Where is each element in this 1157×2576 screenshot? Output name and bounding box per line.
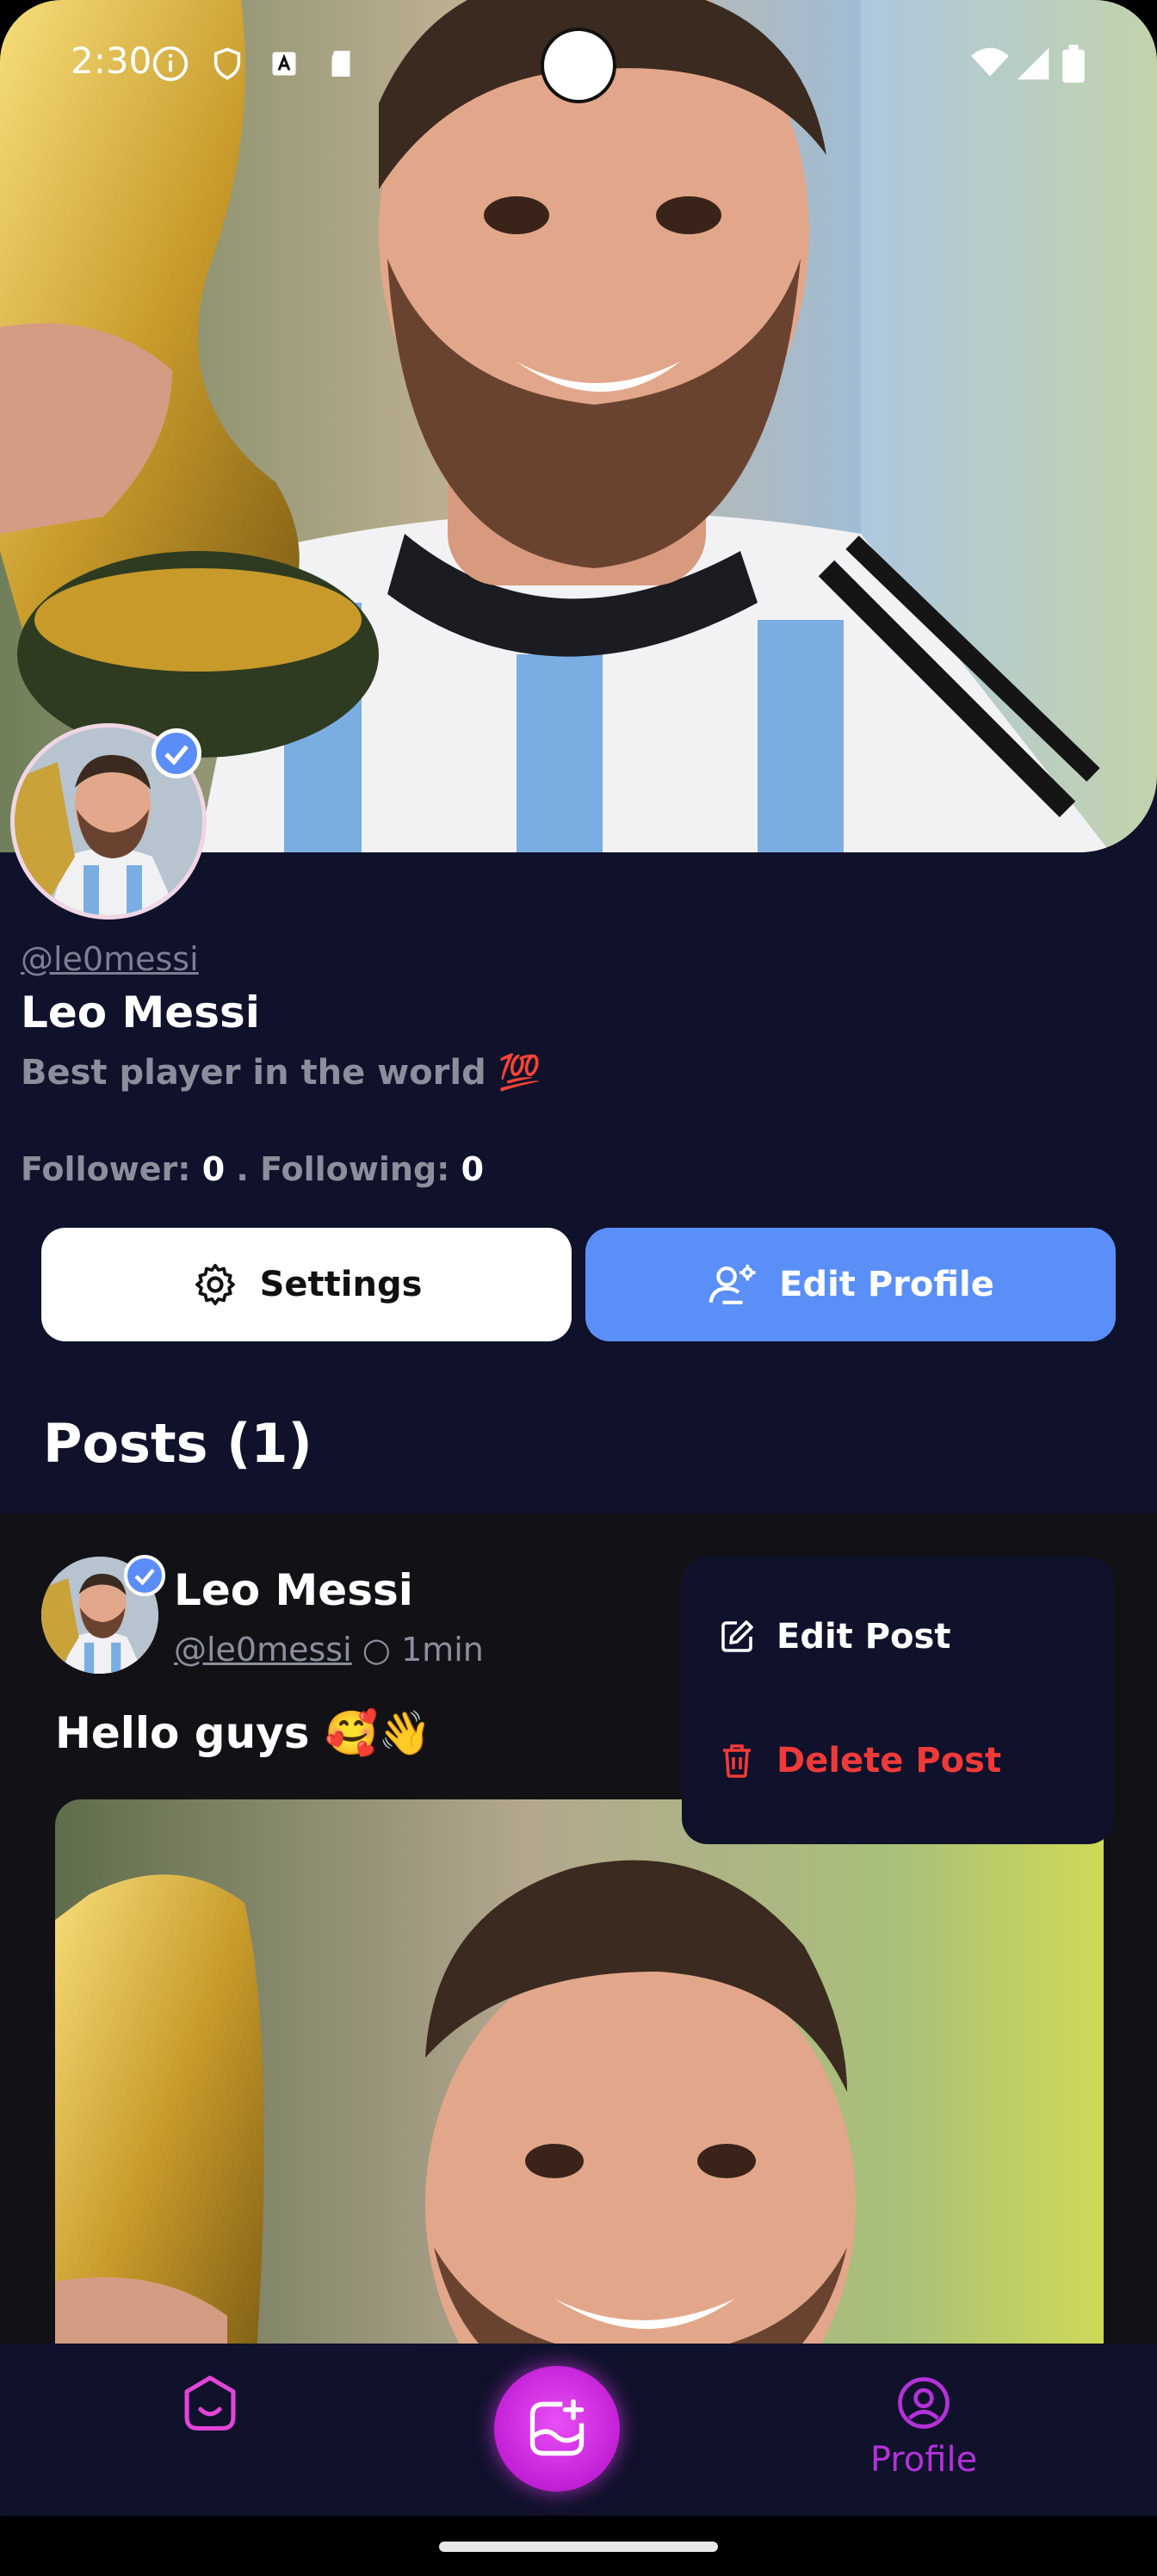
home-gesture-handle[interactable]: [439, 2542, 718, 2552]
wifi-icon: [971, 47, 1009, 77]
trash-icon: [723, 1744, 751, 1778]
add-photo-icon: [529, 2399, 585, 2456]
post-meta-separator: ○: [351, 1631, 401, 1669]
gear-icon: [195, 1263, 235, 1306]
create-post-button[interactable]: [494, 2366, 620, 2492]
follower-label: Follower:: [21, 1150, 191, 1188]
count-separator: .: [225, 1150, 261, 1188]
nav-profile-label: Profile: [869, 2440, 978, 2480]
nav-profile-button[interactable]: Profile: [868, 2375, 980, 2480]
home-icon: [184, 2375, 236, 2431]
delete-post-menu-item[interactable]: Delete Post: [716, 1731, 1001, 1791]
shield-status-icon: [213, 47, 241, 80]
settings-button[interactable]: Settings: [41, 1228, 572, 1341]
battery-icon: [1062, 45, 1085, 83]
camera-cutout: [541, 28, 616, 103]
post-author-name[interactable]: Leo Messi: [174, 1565, 413, 1615]
bottom-navigation: Profile: [0, 2344, 1157, 2516]
post-image[interactable]: [55, 1799, 1104, 2344]
edit-post-label: Edit Post: [776, 1617, 951, 1656]
post-text: Hello guys 🥰👋: [55, 1708, 432, 1758]
follow-counts: Follower: 0 . Following: 0: [21, 1150, 484, 1188]
post-time: 1min: [401, 1631, 484, 1669]
nav-home-button[interactable]: [177, 2371, 243, 2440]
profile-bio: Best player in the world 💯: [21, 1053, 541, 1093]
pencil-square-icon: [721, 1620, 753, 1652]
verified-badge-icon: [152, 728, 201, 778]
info-status-icon: [152, 46, 189, 82]
following-count[interactable]: 0: [461, 1150, 484, 1188]
posts-section-title: Posts (1): [43, 1412, 312, 1475]
edit-profile-button[interactable]: Edit Profile: [585, 1228, 1116, 1341]
post-verified-badge-icon: [124, 1555, 165, 1596]
post-options-menu: [682, 1557, 1114, 1844]
sd-card-status-icon: [331, 51, 350, 77]
profile-name: Leo Messi: [21, 988, 260, 1037]
edit-post-menu-item[interactable]: Edit Post: [716, 1607, 950, 1667]
post-image-illustration: [55, 1799, 1104, 2344]
signal-icon: [1017, 47, 1049, 80]
post-meta: @le0messi ○ 1min: [174, 1631, 484, 1669]
profile-screen: 2:30 @le0messi Leo Messi Best player in …: [0, 0, 1157, 2576]
delete-post-label: Delete Post: [776, 1741, 1002, 1780]
profile-icon: [898, 2377, 950, 2429]
following-label: Following:: [260, 1150, 450, 1188]
post-author-handle-link[interactable]: @le0messi: [174, 1631, 352, 1669]
settings-button-label: Settings: [259, 1265, 423, 1304]
status-time: 2:30: [71, 40, 152, 82]
profile-handle-link[interactable]: @le0messi: [21, 940, 199, 978]
font-status-icon: [272, 52, 296, 76]
follower-count[interactable]: 0: [202, 1150, 225, 1188]
edit-profile-button-label: Edit Profile: [779, 1265, 994, 1304]
user-settings-icon: [708, 1264, 756, 1304]
